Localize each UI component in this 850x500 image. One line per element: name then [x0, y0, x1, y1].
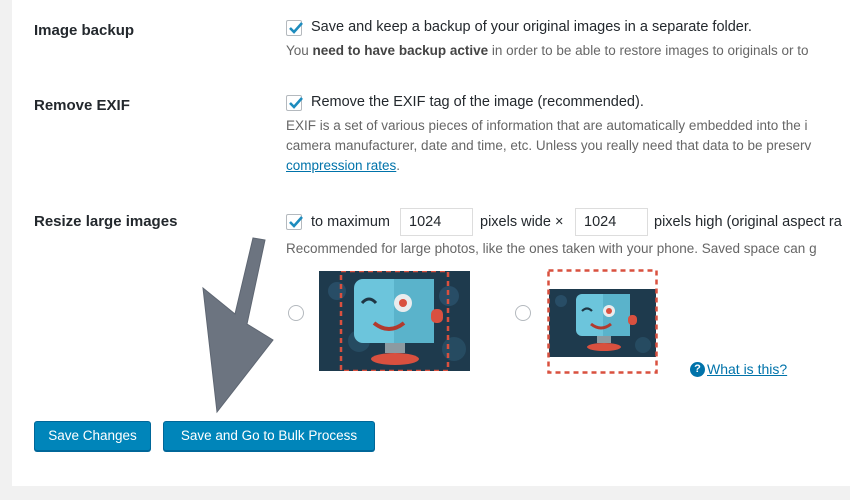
checkmark-icon	[289, 97, 303, 109]
remove-exif-desc-line3: compression rates.	[286, 158, 401, 173]
resize-mode-cover-radio[interactable]	[288, 305, 304, 321]
resize-preview-contain-image	[547, 269, 658, 374]
remove-exif-desc-line2: camera manufacturer, date and time, etc.…	[286, 138, 812, 153]
resize-description: Recommended for large photos, like the o…	[286, 241, 817, 256]
to-maximum-text: to maximum	[311, 214, 390, 230]
pixels-high-text: pixels high (original aspect ra	[654, 214, 842, 230]
save-and-bulk-process-button[interactable]: Save and Go to Bulk Process	[163, 421, 375, 451]
resize-preview-cover-image	[319, 269, 470, 373]
image-backup-checkbox[interactable]	[286, 20, 303, 36]
image-backup-checkbox-label[interactable]: Save and keep a backup of your original …	[311, 19, 752, 35]
image-backup-label: Image backup	[34, 22, 135, 39]
checkmark-icon	[289, 216, 303, 228]
remove-exif-desc-line1: EXIF is a set of various pieces of infor…	[286, 118, 808, 133]
remove-exif-label: Remove EXIF	[34, 97, 130, 114]
remove-exif-checkbox-label[interactable]: Remove the EXIF tag of the image (recomm…	[311, 94, 644, 110]
resize-images-checkbox[interactable]	[286, 214, 303, 230]
what-is-this-link[interactable]: What is this?	[707, 361, 787, 377]
resize-height-input[interactable]	[575, 208, 648, 236]
resize-mode-contain-radio[interactable]	[515, 305, 531, 321]
pixels-wide-text: pixels wide ×	[480, 214, 564, 230]
resize-images-label: Resize large images	[34, 213, 178, 230]
save-changes-button[interactable]: Save Changes	[34, 421, 151, 451]
resize-width-input[interactable]	[400, 208, 473, 236]
compression-rates-link[interactable]: compression rates	[286, 158, 396, 173]
checkmark-icon	[289, 22, 303, 34]
question-circle-icon[interactable]: ?	[690, 362, 705, 377]
image-backup-description: You need to have backup active in order …	[286, 43, 809, 58]
remove-exif-checkbox[interactable]	[286, 95, 303, 111]
arrow-annotation-icon	[202, 237, 274, 414]
